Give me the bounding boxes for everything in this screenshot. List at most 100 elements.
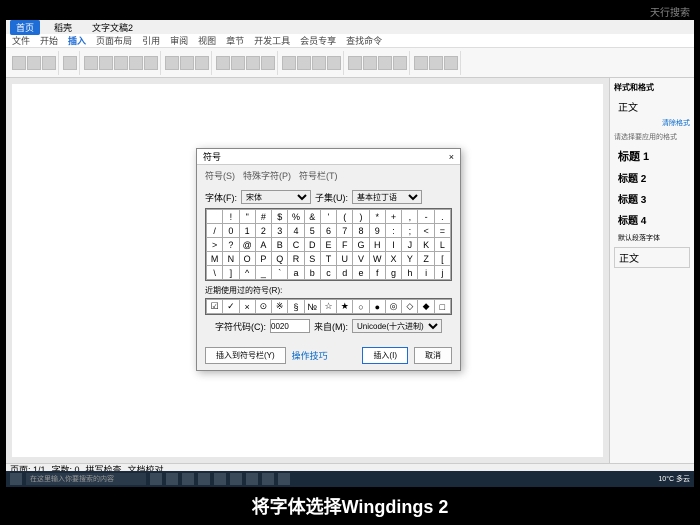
char-cell[interactable]: - bbox=[418, 210, 434, 224]
char-cell[interactable]: Q bbox=[272, 252, 288, 266]
char-cell[interactable]: L bbox=[434, 238, 450, 252]
style-heading3[interactable]: 标题 3 bbox=[614, 189, 690, 208]
char-cell[interactable]: ' bbox=[320, 210, 336, 224]
char-cell[interactable]: 4 bbox=[288, 224, 304, 238]
style-heading1[interactable]: 标题 1 bbox=[614, 146, 690, 166]
recent-char-cell[interactable]: № bbox=[304, 300, 320, 314]
app-icon[interactable] bbox=[262, 473, 274, 485]
ribbon-tab[interactable]: 文件 bbox=[12, 34, 30, 47]
app-icon[interactable] bbox=[230, 473, 242, 485]
char-cell[interactable]: [ bbox=[434, 252, 450, 266]
char-cell[interactable]: R bbox=[288, 252, 304, 266]
recent-char-cell[interactable]: ● bbox=[369, 300, 385, 314]
addin-icon[interactable] bbox=[165, 56, 179, 70]
char-cell[interactable]: 9 bbox=[369, 224, 385, 238]
char-cell[interactable]: K bbox=[418, 238, 434, 252]
icons-icon[interactable] bbox=[129, 56, 143, 70]
cover-icon[interactable] bbox=[12, 56, 26, 70]
task-view-icon[interactable] bbox=[150, 473, 162, 485]
recent-char-cell[interactable]: ◆ bbox=[418, 300, 434, 314]
char-cell[interactable]: 7 bbox=[337, 224, 353, 238]
ribbon-tab-insert[interactable]: 插入 bbox=[68, 34, 86, 47]
flowchart-icon[interactable] bbox=[180, 56, 194, 70]
ribbon-search[interactable]: 查找命令 bbox=[346, 34, 382, 47]
char-cell[interactable]: T bbox=[320, 252, 336, 266]
char-cell[interactable]: ; bbox=[402, 224, 418, 238]
char-cell[interactable]: 8 bbox=[353, 224, 369, 238]
recent-char-cell[interactable]: ○ bbox=[353, 300, 369, 314]
tab-special[interactable]: 特殊字符(P) bbox=[243, 169, 291, 182]
char-cell[interactable]: > bbox=[207, 238, 223, 252]
char-cell[interactable]: Z bbox=[418, 252, 434, 266]
char-cell[interactable]: C bbox=[288, 238, 304, 252]
footer-icon[interactable] bbox=[231, 56, 245, 70]
wordart-icon[interactable] bbox=[297, 56, 311, 70]
char-cell[interactable]: " bbox=[239, 210, 255, 224]
char-cell[interactable]: N bbox=[223, 252, 239, 266]
char-cell[interactable]: 1 bbox=[239, 224, 255, 238]
date-icon[interactable] bbox=[312, 56, 326, 70]
insert-button[interactable]: 插入(I) bbox=[362, 347, 408, 364]
char-cell[interactable]: Y bbox=[402, 252, 418, 266]
explorer-icon[interactable] bbox=[182, 473, 194, 485]
shapes-icon[interactable] bbox=[114, 56, 128, 70]
recent-char-cell[interactable]: ◎ bbox=[385, 300, 401, 314]
char-cell[interactable]: 5 bbox=[304, 224, 320, 238]
ribbon-tab[interactable]: 视图 bbox=[198, 34, 216, 47]
char-cell[interactable]: S bbox=[304, 252, 320, 266]
app-icon[interactable] bbox=[198, 473, 210, 485]
textbox-icon[interactable] bbox=[282, 56, 296, 70]
style-normal[interactable]: 正文 bbox=[614, 247, 690, 268]
char-cell[interactable]: ) bbox=[353, 210, 369, 224]
recent-char-cell[interactable]: ⊙ bbox=[255, 300, 271, 314]
char-cell[interactable]: G bbox=[353, 238, 369, 252]
table-icon[interactable] bbox=[63, 56, 77, 70]
char-cell[interactable]: B bbox=[272, 238, 288, 252]
char-cell[interactable]: , bbox=[402, 210, 418, 224]
start-icon[interactable] bbox=[10, 473, 22, 485]
char-cell[interactable]: ? bbox=[223, 238, 239, 252]
char-cell[interactable]: + bbox=[385, 210, 401, 224]
ribbon-tab[interactable]: 页面布局 bbox=[96, 34, 132, 47]
ribbon-tab[interactable]: 开始 bbox=[40, 34, 58, 47]
edge-icon[interactable] bbox=[166, 473, 178, 485]
char-cell[interactable]: O bbox=[239, 252, 255, 266]
char-cell[interactable]: _ bbox=[255, 266, 271, 280]
recent-char-cell[interactable]: ☑ bbox=[207, 300, 223, 314]
tab-symbols[interactable]: 符号(S) bbox=[205, 169, 235, 182]
char-cell[interactable]: W bbox=[369, 252, 385, 266]
ribbon-tab[interactable]: 审阅 bbox=[170, 34, 188, 47]
tab-docer[interactable]: 稻壳 bbox=[48, 20, 78, 35]
insert-to-bar-button[interactable]: 插入到符号栏(Y) bbox=[205, 347, 286, 364]
recent-char-cell[interactable]: □ bbox=[434, 300, 450, 314]
char-cell[interactable]: & bbox=[304, 210, 320, 224]
page-break-icon[interactable] bbox=[42, 56, 56, 70]
char-cell[interactable]: F bbox=[337, 238, 353, 252]
style-default-font[interactable]: 默认段落字体 bbox=[614, 231, 690, 245]
recent-char-cell[interactable]: ※ bbox=[272, 300, 288, 314]
char-cell[interactable]: V bbox=[353, 252, 369, 266]
char-cell[interactable] bbox=[207, 210, 223, 224]
char-cell[interactable]: a bbox=[288, 266, 304, 280]
char-cell[interactable]: ( bbox=[337, 210, 353, 224]
char-cell[interactable]: e bbox=[353, 266, 369, 280]
watermark-icon[interactable] bbox=[261, 56, 275, 70]
char-cell[interactable]: 0 bbox=[223, 224, 239, 238]
recent-char-cell[interactable]: ✓ bbox=[223, 300, 239, 314]
operation-tips-link[interactable]: 操作技巧 bbox=[292, 349, 328, 362]
char-cell[interactable]: i bbox=[418, 266, 434, 280]
header-icon[interactable] bbox=[216, 56, 230, 70]
style-heading4[interactable]: 标题 4 bbox=[614, 210, 690, 229]
tab-home[interactable]: 首页 bbox=[10, 20, 40, 35]
chart-icon[interactable] bbox=[144, 56, 158, 70]
ribbon-tab[interactable]: 引用 bbox=[142, 34, 160, 47]
hyperlink-icon[interactable] bbox=[414, 56, 428, 70]
char-cell[interactable]: d bbox=[337, 266, 353, 280]
app-icon[interactable] bbox=[214, 473, 226, 485]
char-cell[interactable]: = bbox=[434, 224, 450, 238]
char-cell[interactable]: f bbox=[369, 266, 385, 280]
char-cell[interactable]: c bbox=[320, 266, 336, 280]
char-cell[interactable]: ! bbox=[223, 210, 239, 224]
char-cell[interactable]: U bbox=[337, 252, 353, 266]
taskbar-search[interactable]: 在这里输入你要搜索的内容 bbox=[26, 473, 146, 485]
